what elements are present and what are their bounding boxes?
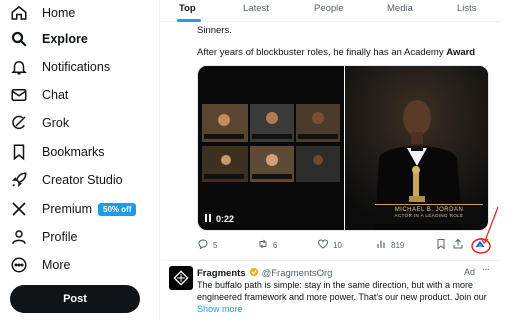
post-button[interactable]: Post bbox=[10, 285, 140, 313]
reply-button[interactable]: 5 bbox=[197, 238, 217, 252]
sidebar: Home Explore Notifications Chat Grok Boo… bbox=[0, 0, 160, 320]
video-frame bbox=[198, 66, 344, 230]
bookmark-icon bbox=[435, 238, 447, 252]
more-circle-icon bbox=[10, 256, 28, 274]
sidebar-item-label: Premium bbox=[42, 202, 93, 216]
fragments-logo-icon bbox=[173, 270, 189, 286]
rocket-icon bbox=[10, 171, 28, 189]
sidebar-item-more[interactable]: More bbox=[10, 252, 70, 278]
heart-icon bbox=[317, 238, 329, 252]
reply-icon bbox=[197, 238, 209, 252]
more-options-icon[interactable]: ··· bbox=[482, 264, 490, 275]
share-button[interactable] bbox=[452, 238, 464, 252]
ad-account-handle[interactable]: @FragmentsOrg bbox=[262, 268, 333, 279]
view-count: 819 bbox=[391, 240, 405, 250]
share-icon bbox=[452, 238, 464, 252]
sidebar-item-label: Explore bbox=[42, 32, 88, 46]
repost-icon bbox=[257, 238, 269, 252]
tweet-text-line: Sinners. bbox=[197, 25, 232, 36]
mail-icon bbox=[10, 86, 28, 104]
tab-latest[interactable]: Latest bbox=[243, 3, 269, 14]
ad-header: Fragments @FragmentsOrg bbox=[197, 267, 332, 280]
discount-badge: 50% off bbox=[98, 202, 137, 216]
sidebar-item-grok[interactable]: Grok bbox=[10, 110, 69, 136]
tab-media[interactable]: Media bbox=[387, 3, 413, 14]
video-time-label: 0:22 bbox=[216, 214, 235, 224]
sidebar-item-profile[interactable]: Profile bbox=[10, 224, 77, 250]
home-icon bbox=[10, 4, 28, 22]
ad-account-name[interactable]: Fragments bbox=[197, 268, 246, 279]
sidebar-item-notifications[interactable]: Notifications bbox=[10, 54, 110, 80]
tab-people[interactable]: People bbox=[314, 3, 344, 14]
search-tabs: Top Latest People Media Lists bbox=[161, 0, 500, 22]
person-icon bbox=[10, 228, 28, 246]
active-tab-indicator bbox=[177, 19, 201, 22]
sidebar-item-label: Home bbox=[42, 6, 76, 20]
annotation-arrow bbox=[471, 206, 499, 254]
tweet-divider bbox=[161, 260, 500, 261]
sidebar-item-label: More bbox=[42, 258, 71, 272]
tab-top[interactable]: Top bbox=[179, 3, 196, 14]
tweet-text-line: After years of blockbuster roles, he fin… bbox=[197, 47, 475, 58]
tweet-text-bold: Award bbox=[446, 47, 476, 58]
pause-icon[interactable] bbox=[204, 214, 212, 224]
x-logo-icon bbox=[10, 200, 28, 218]
sidebar-item-label: Notifications bbox=[42, 60, 111, 74]
sidebar-item-label: Bookmarks bbox=[42, 145, 105, 159]
video-player[interactable]: 0:22 bbox=[198, 66, 344, 230]
ad-badge: Ad bbox=[464, 267, 476, 277]
sidebar-item-home[interactable]: Home bbox=[10, 0, 75, 26]
sidebar-item-premium[interactable]: Premium 50% off bbox=[10, 196, 137, 222]
views-button[interactable]: 819 bbox=[375, 238, 404, 252]
like-count: 10 bbox=[333, 240, 342, 250]
sidebar-item-creator-studio[interactable]: Creator Studio bbox=[10, 167, 123, 193]
video-timestamp: 0:22 bbox=[204, 214, 234, 224]
tweet-media[interactable]: 0:22 MICHAEL B. JORDAN ACTOR IN A LEADIN… bbox=[197, 65, 489, 231]
timeline: Top Latest People Media Lists Sinners. A… bbox=[161, 0, 500, 320]
sidebar-item-label: Creator Studio bbox=[42, 173, 123, 187]
sidebar-item-label: Profile bbox=[42, 230, 78, 244]
right-column-edge bbox=[500, 0, 512, 320]
sidebar-item-label: Grok bbox=[42, 116, 70, 130]
avatar[interactable] bbox=[169, 266, 193, 290]
like-button[interactable]: 10 bbox=[317, 238, 342, 252]
sidebar-item-label: Chat bbox=[42, 88, 69, 102]
tweet-actions: 5 6 10 819 bbox=[197, 238, 493, 254]
bar-chart-icon bbox=[375, 238, 387, 252]
show-more-link[interactable]: Show more bbox=[197, 304, 243, 314]
search-icon bbox=[10, 30, 28, 48]
bell-icon bbox=[10, 58, 28, 76]
repost-count: 6 bbox=[273, 240, 278, 250]
tab-lists[interactable]: Lists bbox=[457, 3, 477, 14]
sidebar-item-bookmarks[interactable]: Bookmarks bbox=[10, 139, 105, 165]
bookmark-icon bbox=[10, 143, 28, 161]
reply-count: 5 bbox=[213, 240, 218, 250]
grok-icon bbox=[10, 114, 28, 132]
bookmark-button[interactable] bbox=[435, 238, 447, 252]
ad-text-line: The buffalo path is simple: stay in the … bbox=[197, 280, 473, 290]
sidebar-item-explore[interactable]: Explore bbox=[10, 26, 88, 52]
verified-gold-icon bbox=[249, 267, 259, 280]
sidebar-item-chat[interactable]: Chat bbox=[10, 82, 68, 108]
repost-button[interactable]: 6 bbox=[257, 238, 277, 252]
ad-text-line: engineered framework and more power. Tha… bbox=[197, 292, 487, 302]
tweet-text-prefix: After years of blockbuster roles, he fin… bbox=[197, 47, 447, 58]
